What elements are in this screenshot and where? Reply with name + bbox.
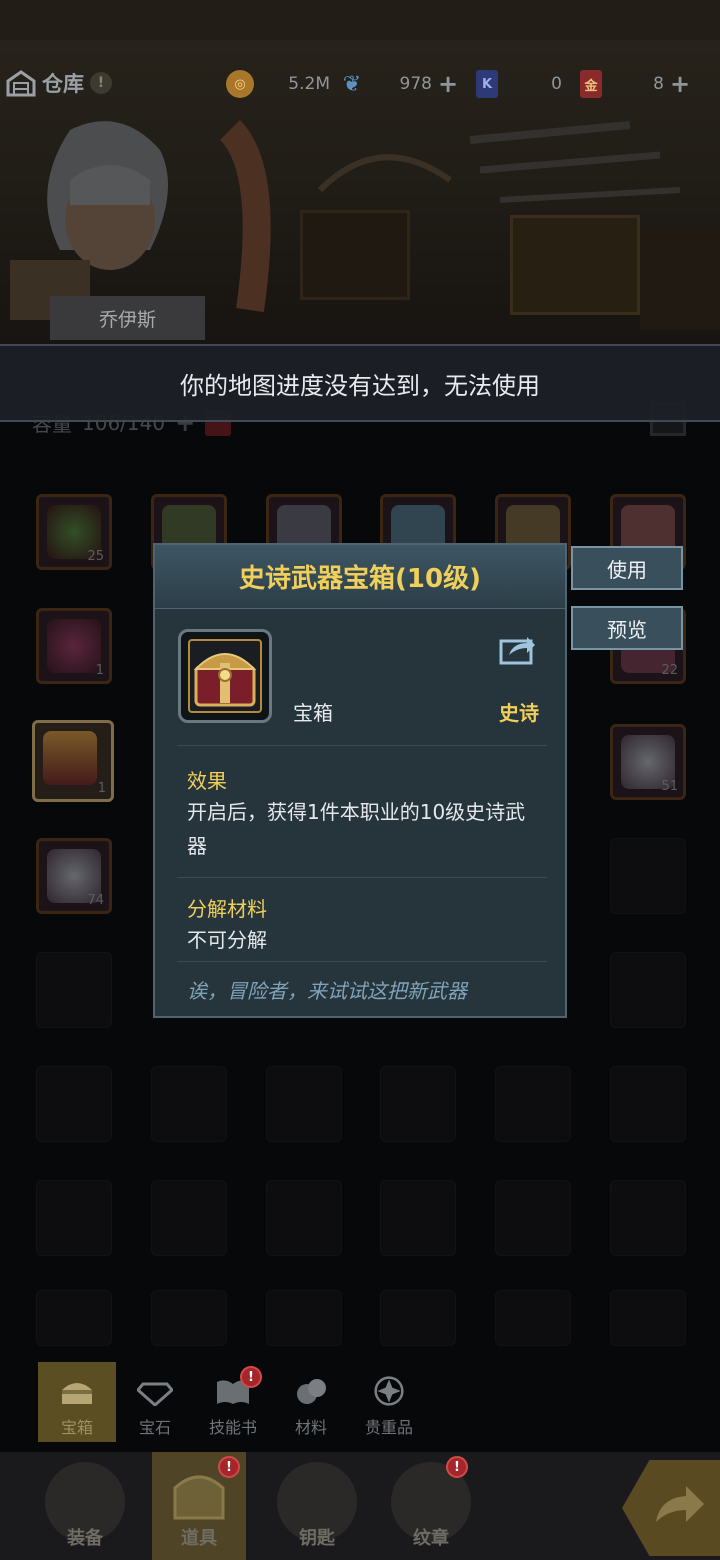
top-bar: 仓库 ! ◎ 5.2M ❦ 978 + K 0 金 8 + (0, 58, 720, 110)
empty-slot (36, 1180, 112, 1256)
nav-equipment[interactable]: 装备 (38, 1452, 132, 1560)
empty-slot (151, 1066, 227, 1142)
empty-slot (380, 1180, 456, 1256)
add-red-card-button[interactable]: + (670, 72, 690, 96)
valuable-icon (374, 1376, 404, 1406)
nav-key[interactable]: 钥匙 (270, 1452, 364, 1560)
gold-coin-icon: ◎ (226, 70, 254, 98)
tab-skill-book[interactable]: 技能书 ! (194, 1362, 272, 1442)
resource-blue-card: K 0 (476, 70, 562, 98)
divider (177, 745, 547, 746)
divider (177, 961, 547, 962)
decompose-title: 分解材料 (187, 897, 267, 921)
feather-value: 978 (399, 74, 432, 94)
empty-slot (610, 1180, 686, 1256)
blue-card-value: 0 (551, 74, 562, 94)
resource-feather: ❦ 978 + (338, 70, 458, 98)
tab-material[interactable]: 材料 (272, 1362, 350, 1442)
effect-title: 效果 (187, 769, 227, 793)
chest-icon (188, 639, 262, 713)
inventory-item[interactable]: 1 (36, 608, 112, 684)
alert-badge-icon: ! (240, 1366, 262, 1388)
empty-slot (36, 1066, 112, 1142)
item-detail-popup: 史诗武器宝箱(10级) 宝箱 史诗 效果 开启后，获得1件本职业的10级史诗武器… (153, 543, 567, 1018)
warehouse-title: 仓库 ! (6, 68, 112, 98)
flavor-text: 诶，冒险者，来试试这把新武器 (187, 979, 467, 1003)
tab-gem[interactable]: 宝石 (116, 1362, 194, 1442)
popup-title: 史诗武器宝箱(10级) (155, 545, 565, 609)
add-feather-button[interactable]: + (438, 72, 458, 96)
empty-slot (495, 1290, 571, 1346)
inventory-item-selected[interactable]: 1 (32, 720, 114, 802)
divider (177, 877, 547, 878)
gem-icon (137, 1382, 173, 1406)
empty-slot (151, 1180, 227, 1256)
warning-banner: 你的地图进度没有达到，无法使用 (0, 344, 720, 422)
item-icon-frame (178, 629, 272, 723)
hero-scene (0, 0, 720, 345)
red-card-icon: 金 (580, 70, 602, 98)
arrow-icon (656, 1486, 704, 1522)
chest-thumb-icon (43, 731, 97, 785)
empty-slot (36, 952, 112, 1028)
item-thumb-icon (47, 619, 101, 673)
chest-icon (62, 1383, 92, 1404)
empty-slot (266, 1066, 342, 1142)
category-tabs: 宝箱 宝石 技能书 ! 材料 贵重品 (38, 1362, 428, 1442)
empty-slot (610, 1290, 686, 1346)
info-icon[interactable]: ! (90, 72, 112, 94)
item-rarity: 史诗 (499, 701, 539, 725)
inventory-item[interactable]: 25 (36, 494, 112, 570)
inventory-item[interactable]: 74 (36, 838, 112, 914)
nav-emblem[interactable]: 纹章 ! (384, 1452, 478, 1560)
bottom-nav: 装备 道具 ! 钥匙 纹章 ! (0, 1452, 720, 1560)
empty-slot (380, 1290, 456, 1346)
use-button[interactable]: 使用 (571, 546, 683, 590)
empty-slot (610, 838, 686, 914)
decompose-text: 不可分解 (187, 928, 267, 952)
item-type: 宝箱 (293, 701, 333, 725)
preview-button[interactable]: 预览 (571, 606, 683, 650)
empty-slot (610, 1066, 686, 1142)
empty-slot (495, 1180, 571, 1256)
red-card-value: 8 (653, 74, 664, 94)
empty-slot (266, 1180, 342, 1256)
inventory-item[interactable]: 51 (610, 724, 686, 800)
empty-slot (151, 1290, 227, 1346)
alert-badge-icon: ! (446, 1456, 468, 1478)
resource-red-card: 金 8 + (580, 70, 690, 98)
warehouse-icon (6, 70, 36, 97)
material-icon (297, 1379, 326, 1404)
empty-slot (610, 952, 686, 1028)
gold-value: 5.2M (288, 74, 330, 94)
empty-slot (36, 1290, 112, 1346)
hero-name-plate[interactable]: 乔伊斯 (50, 296, 205, 340)
empty-slot (380, 1066, 456, 1142)
effect-text: 开启后，获得1件本职业的10级史诗武器 (187, 800, 526, 858)
alert-badge-icon: ! (218, 1456, 240, 1478)
feather-icon: ❦ (342, 71, 362, 97)
nav-props[interactable]: 道具 ! (152, 1452, 246, 1560)
empty-slot (266, 1290, 342, 1346)
resource-gold: ◎ 5.2M (226, 70, 330, 98)
share-icon[interactable] (499, 631, 537, 665)
empty-slot (495, 1066, 571, 1142)
tab-valuable[interactable]: 贵重品 (350, 1362, 428, 1442)
tab-chest[interactable]: 宝箱 (38, 1362, 116, 1442)
blue-card-icon: K (476, 70, 498, 98)
warehouse-title-text: 仓库 (42, 72, 84, 96)
